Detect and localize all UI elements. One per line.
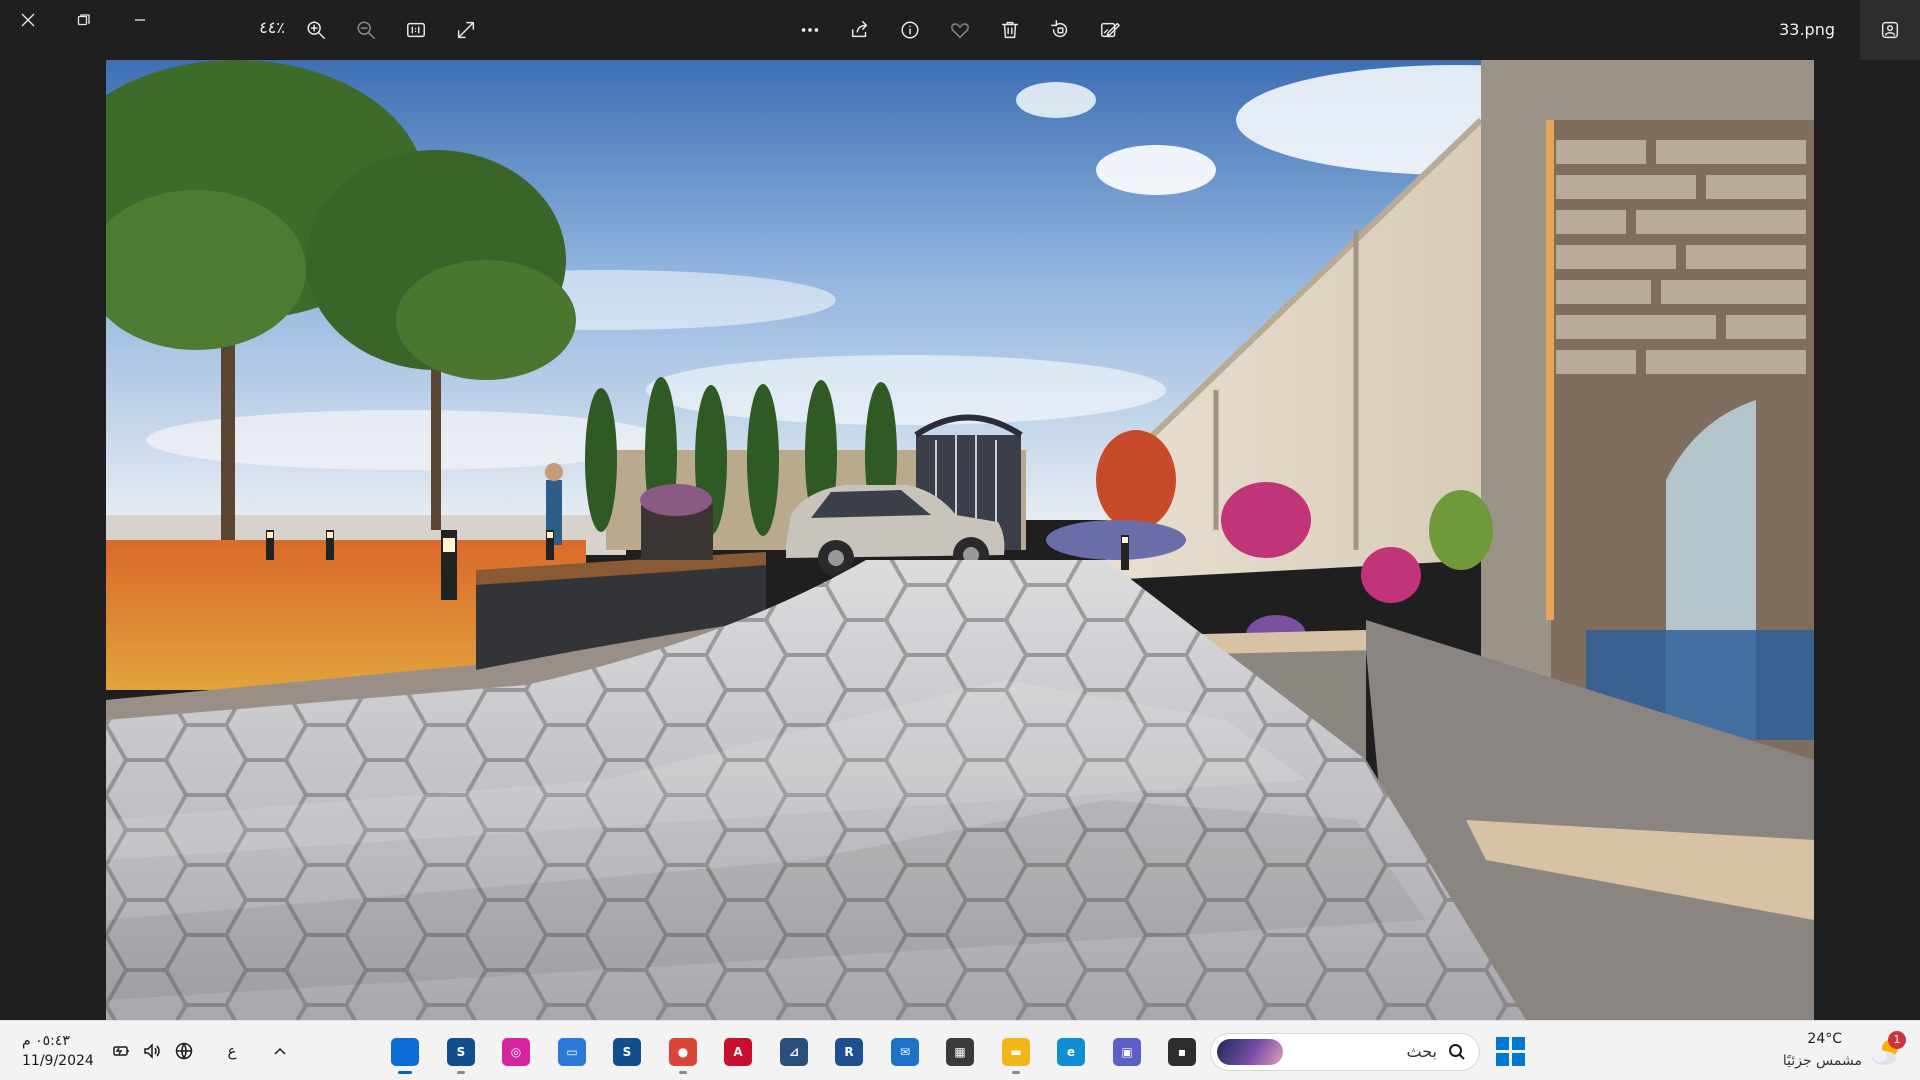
autocad-icon: A bbox=[724, 1038, 752, 1066]
file-name: 33.png bbox=[1779, 20, 1835, 39]
taskbar-app-photos[interactable] bbox=[386, 1033, 424, 1074]
edit-image-button[interactable] bbox=[1090, 10, 1130, 50]
network-globe-icon[interactable] bbox=[172, 1039, 196, 1063]
zoom-level[interactable]: ٤٤٪ bbox=[252, 18, 292, 37]
taskbar-app-sketchup[interactable]: S bbox=[442, 1033, 480, 1074]
taskbar-app-sketchup-2[interactable]: S bbox=[608, 1033, 646, 1071]
landscape-render-image bbox=[106, 60, 1814, 1020]
clock-date: 11/9/2024 bbox=[22, 1053, 94, 1069]
weather-widget[interactable]: 24°C مشمس جزئيًا 1 bbox=[1752, 1029, 1906, 1075]
rotate-button[interactable] bbox=[1040, 10, 1080, 50]
taskbar-app-instagram[interactable]: ◎ bbox=[497, 1033, 535, 1071]
system-clock[interactable]: ٠٥:٤٣ م 11/9/2024 bbox=[22, 1031, 94, 1071]
edit-icon bbox=[1101, 22, 1120, 38]
revit-icon: R bbox=[835, 1038, 863, 1066]
fit-expand-icon bbox=[457, 21, 475, 39]
store-icon: ▦ bbox=[946, 1038, 974, 1066]
taskbar-app-teams[interactable]: ▣ bbox=[1108, 1033, 1146, 1071]
file-explorer-icon: ▬ bbox=[1002, 1038, 1030, 1066]
fit-expand-button[interactable] bbox=[446, 10, 486, 50]
taskbar-app-file-explorer[interactable]: ▬ bbox=[997, 1033, 1035, 1074]
edge-icon: e bbox=[1057, 1038, 1085, 1066]
favorite-icon bbox=[951, 23, 969, 39]
search-placeholder: بحث bbox=[1406, 1042, 1438, 1061]
taskbar-app-terminal[interactable]: ▪ bbox=[1163, 1033, 1201, 1071]
taskbar-app-autocad[interactable]: A bbox=[719, 1033, 757, 1071]
taskbar-app-screen-app[interactable]: ▭ bbox=[553, 1033, 591, 1071]
delete-button[interactable] bbox=[990, 10, 1030, 50]
close-button[interactable] bbox=[0, 0, 56, 40]
terminal-icon: ▪ bbox=[1168, 1038, 1196, 1066]
taskbar-app-revit[interactable]: R bbox=[830, 1033, 868, 1071]
zoom-out-icon bbox=[357, 21, 375, 39]
running-indicator bbox=[679, 1071, 687, 1074]
edu-icon: ⊿ bbox=[780, 1038, 808, 1066]
actual-size-button[interactable] bbox=[396, 10, 436, 50]
info-icon bbox=[901, 21, 919, 39]
search-box[interactable]: بحث bbox=[1210, 1033, 1480, 1071]
minimize-button[interactable] bbox=[112, 0, 168, 40]
share-button[interactable] bbox=[840, 10, 880, 50]
rotate-icon bbox=[1051, 20, 1068, 38]
delete-icon bbox=[1001, 21, 1019, 39]
taskbar-app-edge[interactable]: e bbox=[1052, 1033, 1090, 1071]
screen-app-icon: ▭ bbox=[558, 1038, 586, 1066]
more-icon bbox=[801, 28, 819, 32]
weather-condition: مشمس جزئيًا bbox=[1782, 1053, 1862, 1069]
running-indicator bbox=[398, 1071, 412, 1074]
weather-temp: 24°C bbox=[1807, 1031, 1842, 1047]
photos-icon bbox=[391, 1038, 419, 1066]
teams-icon: ▣ bbox=[1113, 1038, 1141, 1066]
taskbar-app-mail[interactable]: ✉ bbox=[886, 1033, 924, 1071]
actual-size-icon bbox=[407, 22, 425, 38]
mail-icon: ✉ bbox=[891, 1038, 919, 1066]
viewer-toolbar: ٤٤٪ 33.png bbox=[0, 0, 1920, 60]
chrome-icon: ● bbox=[669, 1038, 697, 1066]
zoom-in-icon bbox=[307, 21, 325, 39]
render-scene bbox=[106, 60, 1814, 1020]
battery-icon[interactable] bbox=[110, 1039, 134, 1063]
running-indicator bbox=[1012, 1071, 1020, 1074]
slideshow-button[interactable] bbox=[1860, 0, 1920, 60]
info-button[interactable] bbox=[890, 10, 930, 50]
chevron-up-icon[interactable] bbox=[268, 1039, 292, 1063]
sketchup-icon: S bbox=[447, 1038, 475, 1066]
minimize-icon bbox=[135, 19, 145, 21]
running-indicator bbox=[457, 1071, 465, 1074]
restore-icon bbox=[77, 14, 90, 26]
more-options-button[interactable] bbox=[790, 10, 830, 50]
taskbar: ٠٥:٤٣ م 11/9/2024 ع S ◎ ▭ S ● A ⊿ R ✉ ▦ ▬ e ▣ ▪ بحث 2… bbox=[0, 1020, 1920, 1080]
share-icon bbox=[851, 21, 868, 38]
volume-icon[interactable] bbox=[140, 1039, 164, 1063]
search-highlight-image bbox=[1217, 1039, 1283, 1065]
taskbar-app-edu[interactable]: ⊿ bbox=[775, 1033, 813, 1071]
search-icon bbox=[1449, 1044, 1465, 1060]
close-icon bbox=[21, 13, 35, 27]
clock-time: ٠٥:٤٣ م bbox=[22, 1033, 70, 1049]
notification-badge: 1 bbox=[1888, 1031, 1906, 1049]
input-language[interactable]: ع bbox=[220, 1039, 244, 1063]
start-button[interactable] bbox=[1496, 1037, 1526, 1067]
favorite-button[interactable] bbox=[940, 10, 980, 50]
windows-logo-icon bbox=[1496, 1037, 1509, 1050]
instagram-icon: ◎ bbox=[502, 1038, 530, 1066]
sketchup-2-icon: S bbox=[613, 1038, 641, 1066]
slideshow-icon bbox=[1881, 21, 1899, 39]
zoom-out-button[interactable] bbox=[346, 10, 386, 50]
restore-button[interactable] bbox=[56, 0, 112, 40]
taskbar-app-store[interactable]: ▦ bbox=[941, 1033, 979, 1071]
zoom-in-button[interactable] bbox=[296, 10, 336, 50]
taskbar-app-chrome[interactable]: ● bbox=[664, 1033, 702, 1074]
